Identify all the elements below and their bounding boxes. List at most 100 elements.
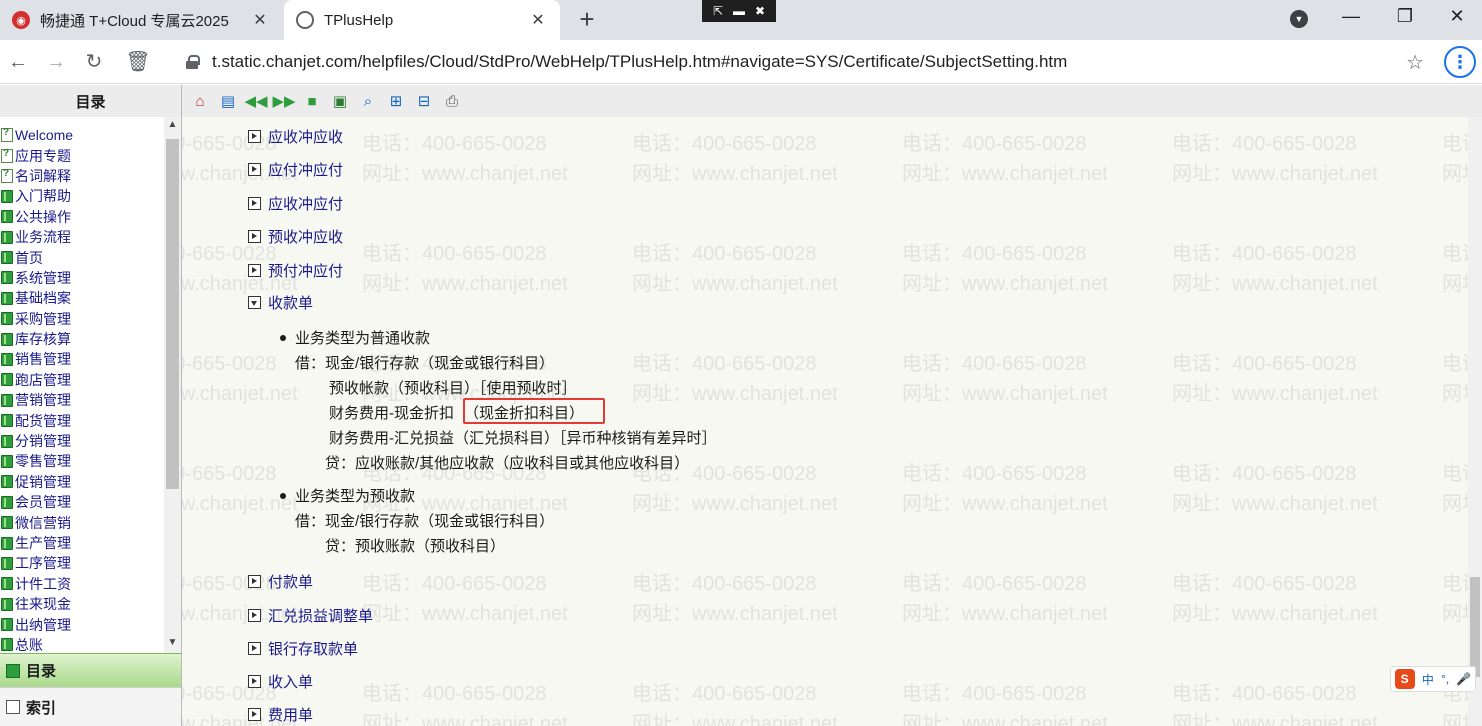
toc-item[interactable]: 应用专题 <box>0 145 181 165</box>
toc-item-label[interactable]: 采购管理 <box>15 309 71 329</box>
next-icon[interactable]: ▶▶ <box>272 90 295 112</box>
toc-item-label[interactable]: 生产管理 <box>15 533 71 553</box>
toc-item[interactable]: 计件工资 <box>0 574 181 594</box>
toc-item-label[interactable]: 零售管理 <box>15 451 71 471</box>
section-title[interactable]: 预付冲应付 <box>268 260 343 281</box>
toc-item-label[interactable]: 系统管理 <box>15 268 71 288</box>
toc-item-label[interactable]: 工序管理 <box>15 553 71 573</box>
microphone-icon[interactable]: 🎤 <box>1456 672 1471 686</box>
section-title[interactable]: 预收冲应收 <box>268 226 343 247</box>
bookmark-star-icon[interactable]: ☆ <box>1406 50 1424 75</box>
home-icon[interactable]: ⌂ <box>189 90 211 112</box>
close-capture-icon[interactable]: ✖ <box>755 4 765 18</box>
expand-icon[interactable] <box>248 230 261 243</box>
browser-tab-tcloud[interactable]: ◉ 畅捷通 T+Cloud 专属云2025 ✕ <box>0 0 282 40</box>
expand-icon[interactable] <box>248 575 261 588</box>
section-link[interactable]: 应收冲应收 <box>248 126 343 147</box>
show-toc-icon[interactable]: ▤ <box>217 90 239 112</box>
expand-icon[interactable] <box>248 609 261 622</box>
browser-menu-icon[interactable]: ⋮ <box>1444 46 1476 78</box>
toc-item-label[interactable]: 出纳管理 <box>15 615 71 635</box>
toc-item[interactable]: 采购管理 <box>0 309 181 329</box>
close-tab-icon[interactable]: ✕ <box>528 10 548 30</box>
book-icon[interactable]: ■ <box>301 90 323 112</box>
toc-item-label[interactable]: 总账 <box>15 635 43 653</box>
scroll-down-icon[interactable]: ▼ <box>164 637 181 648</box>
expand-icon[interactable] <box>248 264 261 277</box>
section-title[interactable]: 收款单 <box>268 292 313 313</box>
toc-item-label[interactable]: 往来现金 <box>15 594 71 614</box>
toc-item-label[interactable]: 应用专题 <box>15 146 71 166</box>
toc-item-label[interactable]: 分销管理 <box>15 431 71 451</box>
profile-icon[interactable]: ▼ <box>1290 10 1308 28</box>
content-scrollbar[interactable] <box>1468 117 1482 726</box>
toc-item[interactable]: 跑店管理 <box>0 370 181 390</box>
section-title[interactable]: 收入单 <box>268 671 313 692</box>
toc-item-label[interactable]: 配货管理 <box>15 411 71 431</box>
section-link[interactable]: 银行存取款单 <box>248 638 358 659</box>
section-link[interactable]: 应付冲应付 <box>248 159 343 180</box>
print-icon[interactable]: ⎙ <box>441 90 463 112</box>
screen-capture-toolbar[interactable]: ⇱ ▬ ✖ <box>702 0 776 22</box>
close-tab-icon[interactable]: ✕ <box>250 10 270 30</box>
expand-icon[interactable] <box>248 197 261 210</box>
search-icon[interactable]: ⌕ <box>357 90 379 112</box>
toc-item[interactable]: 业务流程 <box>0 227 181 247</box>
expand-icon[interactable] <box>248 642 261 655</box>
section-title[interactable]: 付款单 <box>268 571 313 592</box>
expand-icon[interactable] <box>248 130 261 143</box>
section-title[interactable]: 应收冲应收 <box>268 126 343 147</box>
glossary-icon[interactable]: ▣ <box>329 90 351 112</box>
section-title[interactable]: 汇兑损益调整单 <box>268 605 373 626</box>
expand-icon[interactable] <box>248 675 261 688</box>
toc-item[interactable]: Welcome <box>0 125 181 145</box>
scroll-up-icon[interactable]: ▲ <box>164 119 181 130</box>
toc-item-label[interactable]: 业务流程 <box>15 227 71 247</box>
toc-item[interactable]: 促销管理 <box>0 472 181 492</box>
toc-item[interactable]: 总账 <box>0 635 181 653</box>
toc-item[interactable]: 公共操作 <box>0 207 181 227</box>
section-title[interactable]: 费用单 <box>268 704 313 725</box>
toc-item[interactable]: 系统管理 <box>0 268 181 288</box>
collapse-icon[interactable]: ⊟ <box>413 90 435 112</box>
toc-item-label[interactable]: 会员管理 <box>15 492 71 512</box>
section-link[interactable]: 收入单 <box>248 671 313 692</box>
section-link[interactable]: 应收冲应付 <box>248 193 343 214</box>
toc-item-label[interactable]: 跑店管理 <box>15 370 71 390</box>
forward-icon[interactable]: → <box>42 48 70 76</box>
toc-item[interactable]: 首页 <box>0 247 181 267</box>
expand-icon[interactable] <box>248 163 261 176</box>
section-title[interactable]: 应付冲应付 <box>268 159 343 180</box>
reload-icon[interactable]: ↻ <box>80 48 108 76</box>
toc-item[interactable]: 库存核算 <box>0 329 181 349</box>
toc-item-label[interactable]: 基础档案 <box>15 288 71 308</box>
expand-icon[interactable] <box>248 708 261 721</box>
toc-item[interactable]: 营销管理 <box>0 390 181 410</box>
toc-item-label[interactable]: 库存核算 <box>15 329 71 349</box>
toc-item[interactable]: 微信营销 <box>0 512 181 532</box>
section-title[interactable]: 应收冲应付 <box>268 193 343 214</box>
toc-item[interactable]: 出纳管理 <box>0 614 181 634</box>
toc-item[interactable]: 名词解释 <box>0 166 181 186</box>
toc-item-label[interactable]: Welcome <box>15 127 73 143</box>
toc-scrollbar[interactable]: ▲ ▼ <box>164 117 181 653</box>
toc-item-label[interactable]: 首页 <box>15 248 43 268</box>
section-link[interactable]: 付款单 <box>248 571 313 592</box>
tab-index[interactable]: 索引 <box>0 687 182 726</box>
toc-item[interactable]: 会员管理 <box>0 492 181 512</box>
section-link-expanded[interactable]: 收款单 <box>248 292 313 313</box>
restore-window-icon[interactable]: ❐ <box>1390 6 1420 27</box>
section-link[interactable]: 费用单 <box>248 704 313 725</box>
minimize-capture-icon[interactable]: ▬ <box>733 4 745 18</box>
toc-item[interactable]: 分销管理 <box>0 431 181 451</box>
browser-tab-tplushelp[interactable]: TPlusHelp ✕ <box>284 0 560 40</box>
section-link[interactable]: 汇兑损益调整单 <box>248 605 373 626</box>
toc-item-label[interactable]: 公共操作 <box>15 207 71 227</box>
new-tab-button[interactable]: + <box>572 4 602 35</box>
scroll-thumb[interactable] <box>1470 577 1480 677</box>
ime-mode-label[interactable]: 中 <box>1422 671 1434 688</box>
toc-item[interactable]: 往来现金 <box>0 594 181 614</box>
section-title[interactable]: 银行存取款单 <box>268 638 358 659</box>
section-link[interactable]: 预收冲应收 <box>248 226 343 247</box>
sogou-ime-icon[interactable]: S <box>1394 669 1415 689</box>
